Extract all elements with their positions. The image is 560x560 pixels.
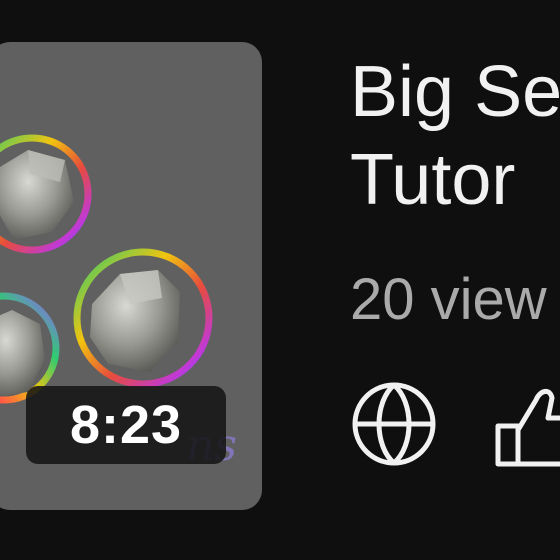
thumbs-up-icon[interactable]	[492, 376, 560, 470]
video-title-line-1: Big Se	[350, 52, 560, 132]
video-title[interactable]: Big Se Tutor	[350, 48, 560, 224]
globe-icon	[352, 382, 436, 466]
video-title-line-2: Tutor	[350, 140, 516, 220]
video-thumbnail[interactable]: ns 8:23	[0, 42, 262, 510]
duration-badge: 8:23	[26, 386, 226, 464]
view-count: 20 view	[350, 267, 547, 332]
